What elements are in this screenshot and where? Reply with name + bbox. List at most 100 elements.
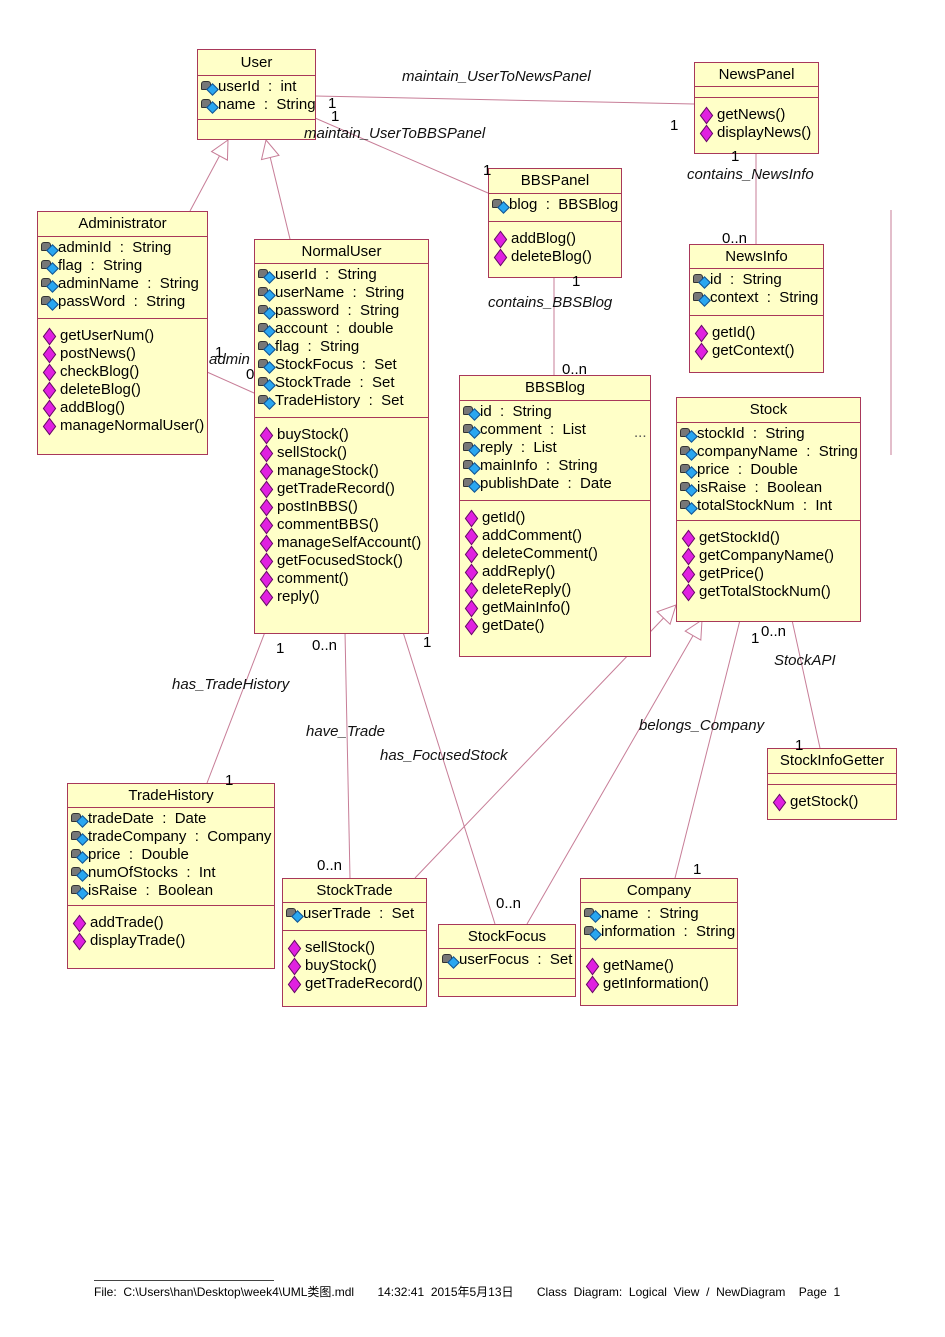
operation-row[interactable]: displayTrade() (71, 932, 274, 950)
operation-row[interactable]: addComment() (463, 527, 650, 545)
class-company[interactable]: Company name : String information : String… (580, 878, 738, 1006)
class-stocktrade[interactable]: StockTrade userTrade : Set sellStock() buyS… (282, 878, 427, 1007)
attribute-row[interactable]: name : String (201, 96, 315, 114)
operation-row[interactable]: getFocusedStock() (258, 552, 428, 570)
operation-row[interactable]: sellStock() (286, 939, 426, 957)
operation-row[interactable]: comment() (258, 570, 428, 588)
operation-row[interactable]: getStock() (771, 793, 896, 811)
operation-row[interactable]: checkBlog() (41, 363, 207, 381)
attribute-row[interactable]: userFocus : Set (442, 951, 575, 969)
public-operation-icon (42, 363, 57, 381)
operation-row[interactable]: deleteComment() (463, 545, 650, 563)
operation-row[interactable]: getNews() (698, 106, 818, 124)
class-stock[interactable]: Stock stockId : String companyName : Strin… (676, 397, 861, 622)
attribute-row[interactable]: publishDate : Date (463, 475, 650, 493)
operation-row[interactable]: buyStock() (286, 957, 426, 975)
operation-row[interactable]: commentBBS() (258, 516, 428, 534)
attribute-row[interactable]: id : String (463, 403, 650, 421)
attribute-row[interactable]: mainInfo : String (463, 457, 650, 475)
attribute-row[interactable]: id : String (693, 271, 823, 289)
operation-text: getTotalStockNum() (699, 583, 831, 600)
attribute-row[interactable]: userId : int (201, 78, 315, 96)
attributes-section: userId : int name : String (198, 76, 315, 120)
attribute-text: TradeHistory : Set (275, 392, 404, 409)
public-operation-icon (72, 914, 87, 932)
class-newspanel[interactable]: NewsPanel getNews() displayNews() (694, 62, 819, 154)
attribute-row[interactable]: companyName : String (680, 443, 860, 461)
operation-row[interactable]: getTotalStockNum() (680, 583, 860, 601)
attribute-row[interactable]: flag : String (258, 338, 428, 356)
attribute-row[interactable]: reply : List (463, 439, 650, 457)
operation-row[interactable]: getDate() (463, 617, 650, 635)
attribute-row[interactable]: isRaise : Boolean (680, 479, 860, 497)
operation-row[interactable]: getUserNum() (41, 327, 207, 345)
class-user[interactable]: User userId : int name : String (197, 49, 316, 140)
attribute-row[interactable]: adminId : String (41, 239, 207, 257)
public-operation-icon (464, 599, 479, 617)
operation-row[interactable]: getId() (463, 509, 650, 527)
attribute-row[interactable]: isRaise : Boolean (71, 882, 274, 900)
class-stockfocus[interactable]: StockFocus userFocus : Set (438, 924, 576, 997)
attribute-row[interactable]: tradeDate : Date (71, 810, 274, 828)
attribute-row[interactable]: price : Double (71, 846, 274, 864)
attribute-row[interactable]: account : double (258, 320, 428, 338)
operation-row[interactable]: deleteBlog() (41, 381, 207, 399)
attribute-row[interactable]: stockId : String (680, 425, 860, 443)
attribute-row[interactable]: userId : String (258, 266, 428, 284)
attribute-row[interactable]: blog : BBSBlog (492, 196, 621, 214)
attribute-row[interactable]: tradeCompany : Company (71, 828, 274, 846)
class-administrator[interactable]: Administrator adminId : String flag : Stri… (37, 211, 208, 455)
class-bbspanel[interactable]: BBSPanel blog : BBSBlog addBlog() deleteBlo… (488, 168, 622, 278)
operation-row[interactable]: getTradeRecord() (258, 480, 428, 498)
operation-row[interactable]: addBlog() (492, 230, 621, 248)
operation-text: deleteReply() (482, 581, 572, 598)
operation-row[interactable]: postInBBS() (258, 498, 428, 516)
operation-row[interactable]: getStockId() (680, 529, 860, 547)
attribute-row[interactable]: price : Double (680, 461, 860, 479)
attribute-row[interactable]: userTrade : Set (286, 905, 426, 923)
operation-row[interactable]: deleteBlog() (492, 248, 621, 266)
operation-row[interactable]: manageSelfAccount() (258, 534, 428, 552)
footer-time: 14:32:41 2015年5月13日 (377, 1285, 514, 1299)
attribute-row[interactable]: passWord : String (41, 293, 207, 311)
attribute-row[interactable]: TradeHistory : Set (258, 392, 428, 410)
attributes-section (695, 87, 818, 98)
attribute-row[interactable]: flag : String (41, 257, 207, 275)
operation-row[interactable]: getContext() (693, 342, 823, 360)
attribute-row[interactable]: StockTrade : Set (258, 374, 428, 392)
operation-row[interactable]: getCompanyName() (680, 547, 860, 565)
attribute-row[interactable]: numOfStocks : Int (71, 864, 274, 882)
operation-row[interactable]: reply() (258, 588, 428, 606)
operation-row[interactable]: manageStock() (258, 462, 428, 480)
operation-row[interactable]: getPrice() (680, 565, 860, 583)
operation-row[interactable]: getMainInfo() (463, 599, 650, 617)
operation-row[interactable]: getInformation() (584, 975, 737, 993)
attribute-row[interactable]: userName : String (258, 284, 428, 302)
operation-row[interactable]: deleteReply() (463, 581, 650, 599)
operation-row[interactable]: addReply() (463, 563, 650, 581)
operation-row[interactable]: getId() (693, 324, 823, 342)
operation-row[interactable]: displayNews() (698, 124, 818, 142)
class-tradehistory[interactable]: TradeHistory tradeDate : Date tradeCompany… (67, 783, 275, 969)
class-stockinfogetter[interactable]: StockInfoGetter getStock() (767, 748, 897, 820)
attribute-row[interactable]: StockFocus : Set (258, 356, 428, 374)
class-newsinfo[interactable]: NewsInfo id : String context : String getId… (689, 244, 824, 373)
operation-row[interactable]: buyStock() (258, 426, 428, 444)
multiplicity: 1 (731, 148, 740, 165)
class-normaluser[interactable]: NormalUser userId : String userName : Stri… (254, 239, 429, 634)
attribute-row[interactable]: comment : List (463, 421, 650, 439)
operation-row[interactable]: getTradeRecord() (286, 975, 426, 993)
operation-row[interactable]: postNews() (41, 345, 207, 363)
operation-row[interactable]: addBlog() (41, 399, 207, 417)
operation-row[interactable]: manageNormalUser() (41, 417, 207, 435)
operation-row[interactable]: addTrade() (71, 914, 274, 932)
operation-row[interactable]: sellStock() (258, 444, 428, 462)
attribute-row[interactable]: password : String (258, 302, 428, 320)
operation-row[interactable]: getName() (584, 957, 737, 975)
attribute-row[interactable]: totalStockNum : Int (680, 497, 860, 515)
class-bbsblog[interactable]: BBSBlog id : String comment : List reply : … (459, 375, 651, 657)
attribute-row[interactable]: context : String (693, 289, 823, 307)
attribute-row[interactable]: information : String (584, 923, 737, 941)
attribute-row[interactable]: name : String (584, 905, 737, 923)
attribute-row[interactable]: adminName : String (41, 275, 207, 293)
